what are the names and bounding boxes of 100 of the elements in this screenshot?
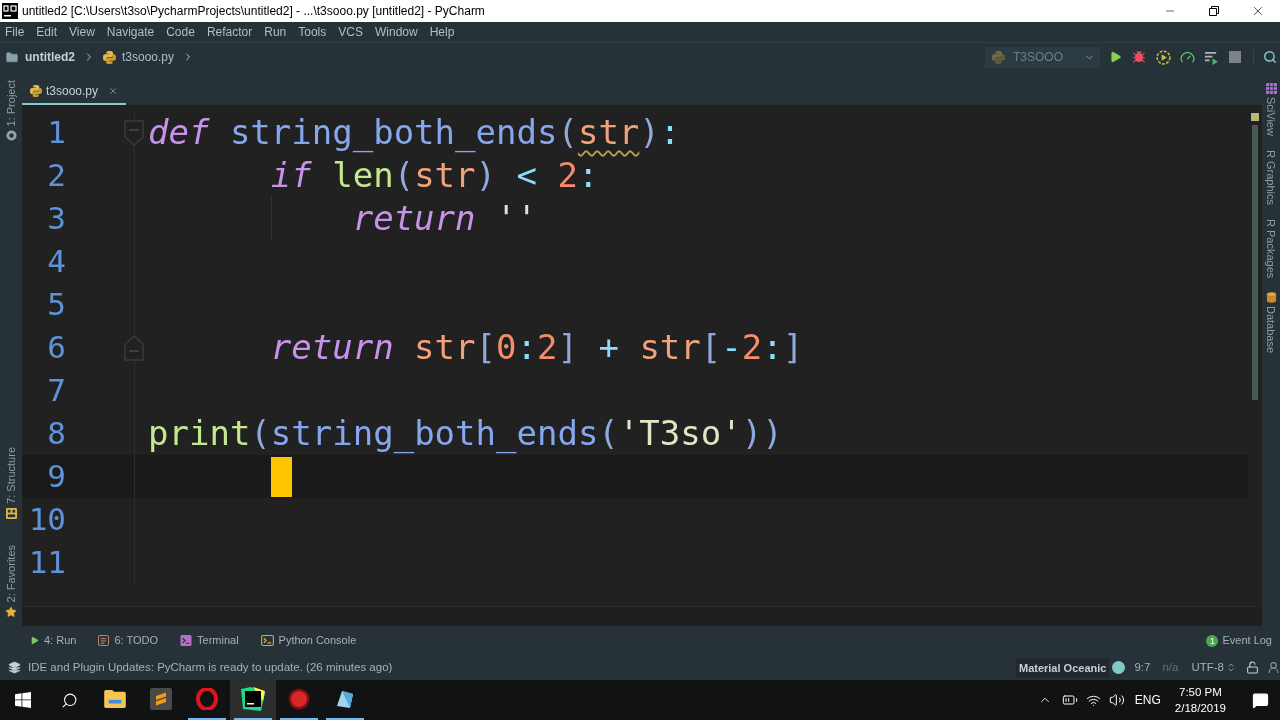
file-encoding[interactable]: UTF-8: [1191, 658, 1224, 677]
tool-window-button[interactable]: 6: TODO: [98, 632, 159, 649]
stop-icon: [1229, 51, 1241, 63]
line-number: 5: [46, 285, 66, 324]
event-count: 1: [1206, 634, 1219, 647]
tab-close-button[interactable]: [108, 85, 119, 96]
tool-window-tab[interactable]: 7: Structure: [2, 442, 20, 523]
line-number: 11: [27, 543, 66, 582]
coverage-button[interactable]: [1155, 49, 1171, 65]
play-icon: [1108, 50, 1122, 64]
color-swatch-icon: [1112, 661, 1126, 674]
breadcrumb[interactable]: t3sooo.py: [103, 48, 175, 66]
warning-stripe-icon: [1251, 113, 1259, 121]
line-number: 7: [46, 371, 66, 410]
line-number: 3: [46, 199, 66, 238]
message-icon: [1251, 691, 1269, 709]
record-app-icon: [288, 688, 310, 710]
menu-item[interactable]: Run: [264, 22, 287, 42]
debug-button[interactable]: [1131, 49, 1147, 65]
restore-icon: [1209, 6, 1219, 16]
gauge-icon: [1179, 49, 1195, 65]
volume-icon[interactable]: [1108, 692, 1125, 708]
code-text: return '': [352, 197, 537, 240]
search-icon: [60, 691, 78, 709]
bug-icon: [1132, 50, 1146, 64]
console-icon: [260, 635, 274, 646]
window-title: untitled2 [C:\Users\t3so\PycharmProjects\untitled2] - ...\t3sooo.py [untitled2] - PyCharm: [22, 3, 485, 20]
battery-icon[interactable]: [1061, 692, 1078, 708]
menu-item[interactable]: Navigate: [106, 22, 155, 42]
line-number: 9: [46, 457, 66, 496]
code-text: return str[0:2] + str[-2:]: [270, 326, 804, 369]
ide-app-icon: [241, 687, 265, 711]
close-icon: [108, 85, 119, 96]
clock[interactable]: 7:50 PM 2/18/2019: [1174, 684, 1226, 716]
theme-indicator[interactable]: Material Oceanic: [1015, 657, 1110, 678]
wifi-icon[interactable]: [1085, 692, 1101, 708]
event-log-button[interactable]: 1 Event Log: [1206, 632, 1272, 649]
tool-window-tab[interactable]: Database: [1262, 288, 1280, 358]
start-menu-icon: [15, 692, 31, 708]
search-icon: [1263, 50, 1277, 64]
layers-icon: [8, 661, 21, 674]
crystal-app-icon: [334, 688, 356, 710]
search-button[interactable]: [1262, 49, 1278, 65]
close-icon: [1251, 4, 1265, 18]
grid-icon: [1265, 83, 1277, 94]
line-number: 1: [46, 113, 66, 152]
star-icon: [5, 606, 17, 618]
tool-window-button[interactable]: Terminal: [180, 632, 239, 649]
line-number: 4: [46, 242, 66, 281]
folder-icon: [104, 690, 126, 708]
python-file-icon: [992, 50, 1005, 64]
input-language[interactable]: ENG: [1134, 691, 1161, 709]
scrollbar-thumb[interactable]: [1252, 125, 1258, 400]
concurrency-button[interactable]: [1203, 49, 1219, 65]
stop-button[interactable]: [1227, 49, 1243, 65]
unlocked-icon[interactable]: [1246, 661, 1259, 674]
circled-play-icon: [1155, 49, 1171, 65]
list-icon: [98, 635, 110, 646]
menu-item[interactable]: File: [5, 22, 25, 42]
code-text: if len(str) < 2:: [270, 154, 599, 197]
fold-marker-icon[interactable]: [124, 334, 144, 361]
tool-window-button[interactable]: 4: Run: [30, 632, 77, 649]
zigzag-app-icon: [150, 688, 172, 710]
line-number: 2: [46, 156, 66, 195]
taskbar-app[interactable]: [230, 680, 276, 720]
line-number: 8: [46, 414, 66, 453]
profile-button[interactable]: [1179, 49, 1195, 65]
menu-item[interactable]: Window: [374, 22, 418, 42]
code-text: def string_both_ends(str):: [148, 111, 681, 154]
text-caret: [270, 456, 292, 497]
play-icon: [30, 636, 39, 645]
tool-window-tab[interactable]: R Graphics: [1262, 145, 1280, 209]
menu-item[interactable]: View: [69, 22, 95, 42]
terminal-icon: [180, 635, 193, 646]
folder-icon: [5, 50, 19, 64]
database-icon: [1265, 292, 1277, 304]
structure-icon: [5, 507, 17, 519]
breadcrumb[interactable]: untitled2: [5, 48, 75, 66]
tool-window-tab[interactable]: 1: Project: [2, 76, 20, 146]
person-icon[interactable]: [1267, 661, 1280, 674]
ring-icon: [5, 130, 17, 142]
line-number: 10: [27, 500, 66, 539]
menu-item[interactable]: Tools: [298, 22, 327, 42]
tool-window-tab[interactable]: SciView: [1262, 79, 1280, 140]
line-number: 6: [46, 328, 66, 367]
menu-item[interactable]: VCS: [338, 22, 363, 42]
caret-position[interactable]: 9:7: [1134, 658, 1151, 677]
fold-marker-icon[interactable]: [124, 119, 144, 146]
up-down-icon: [1226, 662, 1236, 673]
python-file-icon: [103, 50, 116, 64]
code-text: print(string_both_ends('T3so')): [148, 412, 783, 455]
tool-window-tab[interactable]: R Packages: [1262, 214, 1280, 283]
python-file-icon: [30, 84, 42, 97]
menu-item[interactable]: Code: [166, 22, 195, 42]
ring-app-icon: [196, 688, 218, 710]
tool-window-button[interactable]: Python Console: [260, 632, 357, 649]
menu-item[interactable]: Help: [429, 22, 455, 42]
tool-window-tab[interactable]: 2: Favorites: [2, 540, 20, 622]
menu-item[interactable]: Edit: [36, 22, 58, 42]
menu-item[interactable]: Refactor: [206, 22, 253, 42]
